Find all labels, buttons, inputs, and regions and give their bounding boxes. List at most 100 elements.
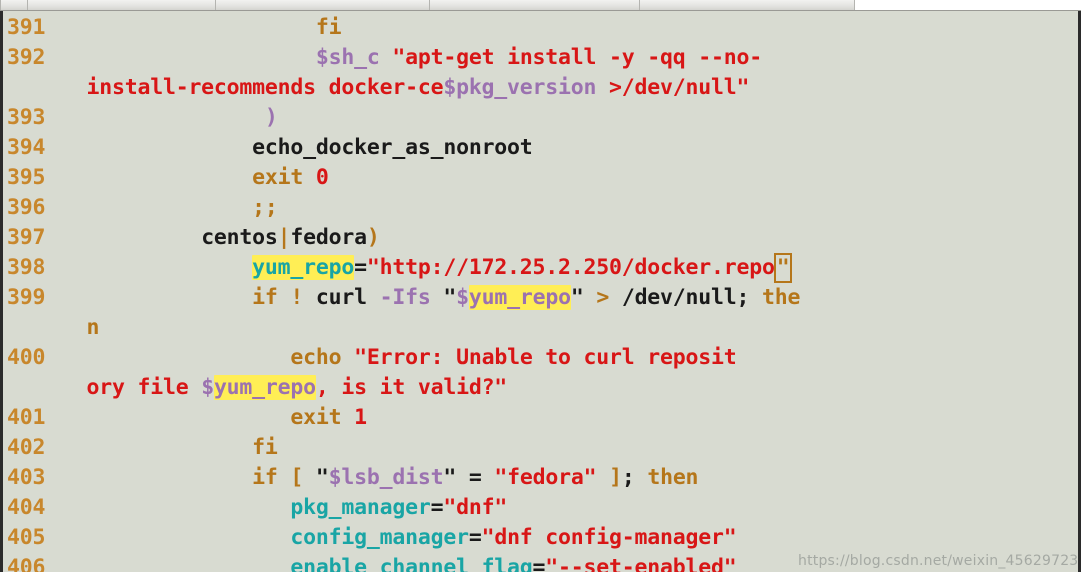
line-number: 406 [7,555,46,572]
code-text[interactable]: enable_channel_flag="--set-enabled" [61,555,736,572]
code-line[interactable]: 406 enable_channel_flag="--set-enabled" [3,553,1078,572]
code-token: " [430,285,457,310]
code-line[interactable]: 392 $sh_c "apt-get install -y -qq --no- [3,43,1078,73]
code-token: ; [621,465,648,490]
code-line[interactable]: 403 if [ "$lsb_dist" = "fedora" ]; then [3,463,1078,493]
code-token: "Error: Unable to curl reposit [354,345,737,370]
line-number: 398 [7,255,46,280]
code-line[interactable]: 405 config_manager="dnf config-manager" [3,523,1078,553]
code-text[interactable]: ) [61,105,278,130]
code-token: = [468,525,482,550]
code-text[interactable]: echo_docker_as_nonroot [61,135,533,160]
code-line[interactable]: 401 exit 1 [3,403,1078,433]
code-token: [ [290,465,304,490]
code-token: exit [290,405,342,430]
code-token: = [430,495,444,520]
code-text[interactable]: if [ "$lsb_dist" = "fedora" ]; then [61,465,698,490]
code-text[interactable]: config_manager="dnf config-manager" [61,525,736,550]
code-token: ) [366,225,380,250]
toolbar-segment-2[interactable] [28,0,216,10]
code-line[interactable]: 393 ) [3,103,1078,133]
code-token: "--set-enabled" [545,555,737,572]
code-line[interactable]: 398 yum_repo="http://172.25.2.250/docker… [3,253,1078,283]
code-line[interactable]: 396 ;; [3,193,1078,223]
code-token: $sh_c [315,45,380,70]
code-token: $lsb_dist [328,465,444,490]
code-line[interactable]: 395 exit 0 [3,163,1078,193]
toolbar-segment-4[interactable] [430,0,640,10]
code-line-wrapped[interactable]: ory file $yum_repo, is it valid?" [3,373,1078,403]
code-line[interactable]: 397 centos|fedora) [3,223,1078,253]
code-line[interactable]: 391 fi [3,13,1078,43]
code-token: if [252,285,278,310]
code-token: $ [456,285,469,310]
code-token: ] [609,465,622,490]
code-token: = [468,465,482,490]
code-token: echo_docker_as_nonroot [252,135,533,160]
code-token: curl [303,285,380,310]
code-token: yum_repo [213,375,316,400]
code-line-wrapped[interactable]: install-recommends docker-ce$pkg_version… [3,73,1078,103]
code-text[interactable]: pkg_manager="dnf" [61,495,507,520]
code-token: "apt-get install -y -qq --no- [392,45,762,70]
line-number [3,73,61,103]
code-text[interactable]: exit 1 [61,405,367,430]
toolbar-segment-5[interactable] [640,0,855,10]
code-text[interactable]: echo "Error: Unable to curl reposit [61,345,736,370]
line-number: 403 [7,465,46,490]
code-token: fedora [290,225,367,250]
code-line[interactable]: 404 pkg_manager="dnf" [3,493,1078,523]
code-text[interactable]: if ! curl -Ifs "$yum_repo" > /dev/null; … [61,285,800,310]
code-token: config_manager [290,525,469,550]
line-number: 395 [7,165,46,190]
code-text[interactable]: exit 0 [61,165,329,190]
code-text[interactable]: ;; [61,195,278,220]
code-token: ;; [252,195,278,220]
code-token: ) [264,105,278,130]
code-content[interactable]: 391 fi 392 $sh_c "apt-get install -y -qq … [3,11,1078,572]
code-token: " [570,285,584,310]
code-token: then [647,465,699,490]
line-number [3,373,61,403]
code-text[interactable]: centos|fedora) [61,225,380,250]
editor-window: 391 fi 392 $sh_c "apt-get install -y -qq … [0,0,1081,572]
line-number [3,313,61,343]
code-line-wrapped[interactable]: n [3,313,1078,343]
code-text[interactable]: install-recommends docker-ce$pkg_version… [61,75,749,100]
code-editor[interactable]: 391 fi 392 $sh_c "apt-get install -y -qq … [0,11,1081,572]
code-text[interactable]: yum_repo="http://172.25.2.250/docker.rep… [61,253,793,283]
code-line[interactable]: 402 fi [3,433,1078,463]
toolbar-strip[interactable] [0,0,1081,11]
code-text[interactable]: $sh_c "apt-get install -y -qq --no- [61,45,762,70]
code-token: > [596,285,610,310]
code-text[interactable]: ory file $yum_repo, is it valid?" [61,375,507,400]
code-text[interactable]: fi [61,15,342,40]
code-token: "dnf" [443,495,508,520]
code-text[interactable]: fi [61,435,278,460]
code-token: , is it valid?" [315,375,508,400]
code-line[interactable]: 399 if ! curl -Ifs "$yum_repo" > /dev/nu… [3,283,1078,313]
toolbar-segment-1[interactable] [0,0,28,10]
code-token: enable_channel_flag [290,555,533,572]
code-text[interactable]: n [61,315,99,340]
toolbar-segment-blank [855,0,1081,10]
code-line[interactable]: 400 echo "Error: Unable to curl reposit [3,343,1078,373]
code-token: fi [315,15,342,40]
toolbar-segment-3[interactable] [216,0,430,10]
code-line[interactable]: 394 echo_docker_as_nonroot [3,133,1078,163]
line-number: 405 [7,525,46,550]
